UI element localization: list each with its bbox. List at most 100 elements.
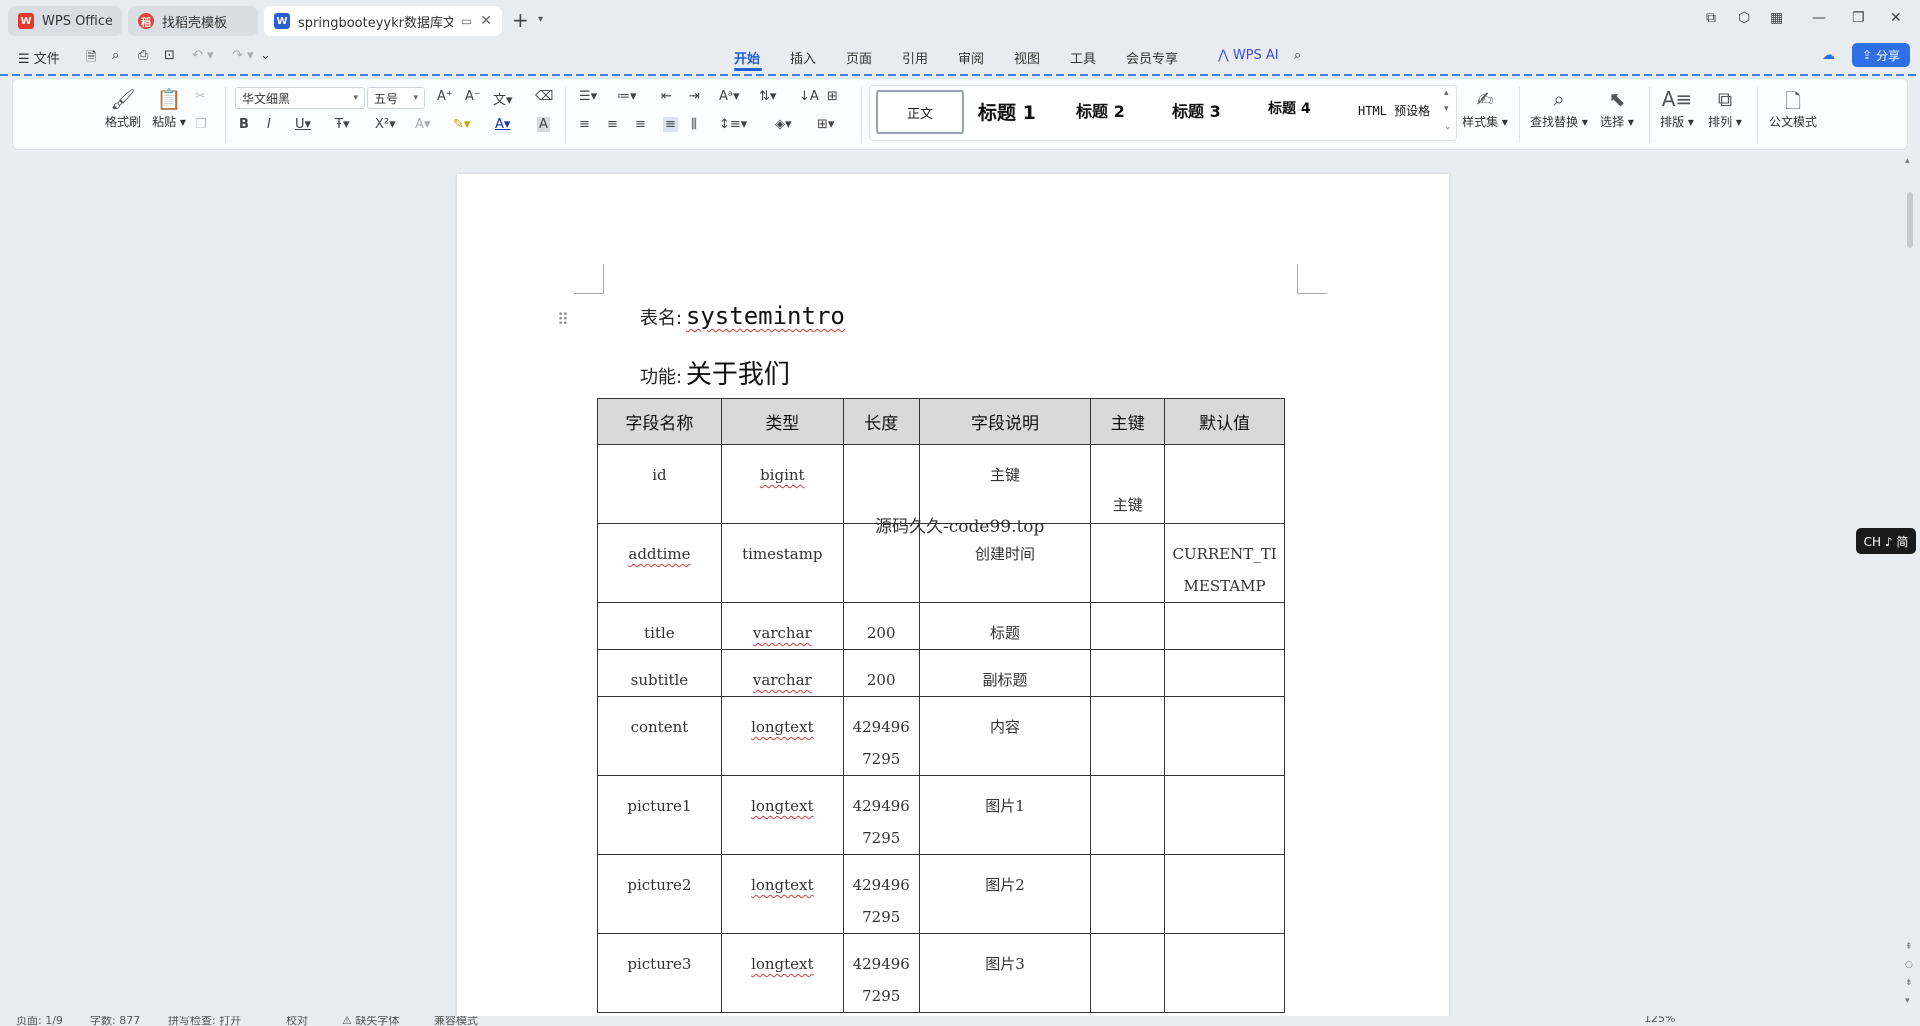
field-pk-cell[interactable] [1090, 854, 1166, 934]
font-color-icon[interactable]: A▾ [495, 117, 510, 132]
style-heading-2[interactable]: 标题 2 [1076, 98, 1125, 122]
decrease-indent-icon[interactable]: ⇤ [661, 89, 672, 104]
field-name-cell[interactable]: picture3 [597, 933, 722, 1013]
field-type-cell[interactable]: longtext [720, 933, 844, 1013]
prev-page-icon[interactable]: ⇞ [1905, 942, 1913, 952]
cloud-upload-icon[interactable]: ☁ [1822, 48, 1835, 63]
style-set-button[interactable]: ✍ 样式集 ▾ [1457, 87, 1513, 130]
shrink-font-icon[interactable]: A⁻ [465, 89, 481, 104]
field-desc-cell[interactable]: 图片3 [918, 933, 1092, 1013]
field-pk-cell[interactable] [1090, 696, 1166, 776]
monitor-icon[interactable]: ▭ [461, 14, 472, 28]
avatar[interactable]: ▦ [1770, 10, 1783, 26]
align-right-icon[interactable]: ≡ [635, 117, 646, 132]
field-length-cell[interactable]: 4294967295 [842, 933, 920, 1013]
field-default-cell[interactable] [1164, 649, 1285, 697]
file-menu[interactable]: ☰ 文件 [18, 48, 60, 67]
field-desc-cell[interactable]: 副标题 [918, 649, 1092, 697]
select-browse-icon[interactable]: ○ [1905, 960, 1913, 970]
grow-font-icon[interactable]: A⁺ [437, 89, 453, 104]
line-spacing-icon[interactable]: ↕≡▾ [719, 117, 747, 132]
field-length-cell[interactable]: 4294967295 [842, 696, 920, 776]
field-default-cell[interactable]: CURRENT_TIMESTAMP [1164, 523, 1285, 603]
document-page[interactable]: ⠿ 表名: systemintro 功能: 关于我们 字段名称 类型 长度 字段… [457, 174, 1449, 1026]
field-type-cell[interactable]: varchar [720, 649, 844, 697]
window-layout-icon[interactable]: ⧉ [1706, 10, 1716, 26]
field-name-cell[interactable]: title [597, 602, 722, 650]
zoom-level[interactable]: 125% [1644, 1016, 1675, 1025]
scroll-up-icon[interactable]: ▴ [1905, 156, 1910, 166]
field-pk-cell[interactable]: 主键 [1090, 444, 1166, 524]
close-window-icon[interactable]: ✕ [1890, 10, 1902, 26]
tab-references[interactable]: 引用 [902, 48, 928, 67]
save-icon[interactable]: 🗎 [86, 48, 96, 70]
tab-home[interactable]: 开始 [734, 48, 760, 67]
strikethrough-icon[interactable]: Ŧ▾ [335, 117, 349, 132]
next-page-icon[interactable]: ⇟ [1905, 978, 1913, 988]
justify-icon[interactable]: ≡ [663, 117, 678, 132]
field-name-cell[interactable]: content [597, 696, 722, 776]
field-length-cell[interactable]: 200 [842, 602, 920, 650]
share-button[interactable]: ⇪ 分享 [1852, 43, 1910, 67]
style-html-preformatted[interactable]: HTML 预设格 [1358, 102, 1430, 119]
field-type-cell[interactable]: longtext [720, 854, 844, 934]
field-name-cell[interactable]: picture1 [597, 775, 722, 855]
cube-icon[interactable]: ⬡ [1738, 10, 1750, 26]
field-desc-cell[interactable]: 标题 [918, 602, 1092, 650]
close-tab-icon[interactable]: ✕ [480, 13, 492, 29]
superscript-icon[interactable]: X²▾ [375, 117, 396, 132]
distributed-icon[interactable]: ⫼ [691, 117, 697, 132]
font-size-select[interactable]: 五号 ▾ [367, 87, 425, 109]
tab-daoke-templates[interactable]: 稻 找稻壳模板 [128, 6, 258, 36]
shading-icon[interactable]: ◈▾ [775, 117, 792, 132]
search-icon[interactable]: ⌕ [1294, 48, 1301, 63]
redo-icon[interactable]: ↷ ▾ [232, 48, 254, 63]
new-tab-icon[interactable]: + [512, 8, 529, 32]
increase-indent-icon[interactable]: ⇥ [689, 89, 700, 104]
phonetic-guide-icon[interactable]: 文▾ [493, 89, 513, 108]
field-default-cell[interactable] [1164, 696, 1285, 776]
scroll-thumb[interactable] [1907, 192, 1913, 248]
char-shading-icon[interactable]: A [537, 117, 550, 132]
highlight-color-icon[interactable]: ✎▾ [453, 117, 470, 132]
wps-ai-button[interactable]: ⋀ WPS AI [1218, 48, 1279, 63]
export-pdf-icon[interactable]: ⌕ [112, 48, 119, 63]
word-count[interactable]: 字数: 877 [90, 1016, 140, 1026]
print-preview-icon[interactable]: ⊡ [164, 48, 175, 63]
select-button[interactable]: ⬉ 选择 ▾ [1597, 87, 1637, 130]
field-name-cell[interactable]: id [597, 444, 722, 524]
missing-font-button[interactable]: ⚠ 缺失字体 [342, 1016, 399, 1026]
field-default-cell[interactable] [1164, 775, 1285, 855]
drag-handle-icon[interactable]: ⠿ [557, 310, 569, 329]
field-default-cell[interactable] [1164, 602, 1285, 650]
restore-icon[interactable]: ❐ [1852, 10, 1865, 26]
text-direction-icon[interactable]: Aᵃ▾ [719, 89, 740, 104]
paste-button[interactable]: 📋 粘贴 ▾ [149, 87, 189, 130]
chevron-down-icon[interactable]: ▾ [538, 14, 543, 25]
field-desc-cell[interactable]: 图片2 [918, 854, 1092, 934]
undo-icon[interactable]: ↶ ▾ [192, 48, 214, 63]
field-name-cell[interactable]: addtime [597, 523, 722, 603]
spellcheck-status[interactable]: 拼写检查: 打开 [168, 1016, 241, 1026]
official-mode-button[interactable]: 🗋 公文模式 [1765, 87, 1821, 130]
tab-review[interactable]: 审阅 [958, 48, 984, 67]
field-pk-cell[interactable] [1090, 775, 1166, 855]
print-icon[interactable]: ⎙ [138, 48, 148, 63]
chevron-down-icon[interactable]: ▾ [1444, 104, 1449, 114]
tab-current-document[interactable]: W springbooteyykr数据库文档 ▭ ✕ [264, 6, 502, 36]
field-default-cell[interactable] [1164, 933, 1285, 1013]
bold-icon[interactable]: B [239, 117, 249, 132]
format-painter-button[interactable]: 🖌 格式刷 [101, 87, 145, 130]
tab-view[interactable]: 视图 [1014, 48, 1040, 67]
field-desc-cell[interactable]: 内容 [918, 696, 1092, 776]
align-center-icon[interactable]: ≡ [607, 117, 618, 132]
tab-member[interactable]: 会员专享 [1126, 48, 1178, 67]
style-heading-4[interactable]: 标题 4 [1268, 98, 1311, 118]
field-type-cell[interactable]: varchar [720, 602, 844, 650]
field-pk-cell[interactable] [1090, 933, 1166, 1013]
sort-az-icon[interactable]: ↓A [799, 89, 819, 104]
field-type-cell[interactable]: timestamp [720, 523, 844, 603]
sort-icon[interactable]: ⇅▾ [759, 89, 776, 104]
field-default-cell[interactable] [1164, 854, 1285, 934]
align-left-icon[interactable]: ≡ [579, 117, 590, 132]
